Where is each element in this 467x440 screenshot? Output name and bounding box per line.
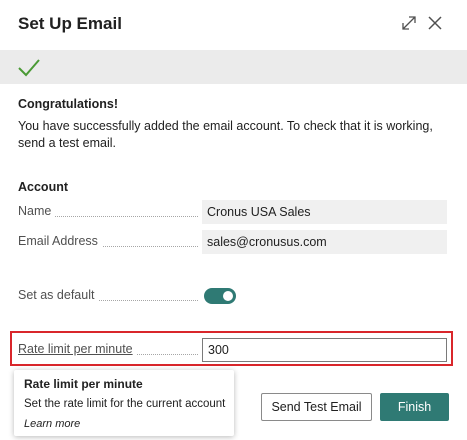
name-value[interactable]: Cronus USA Sales: [202, 200, 447, 224]
congratulations-heading: Congratulations!: [18, 97, 118, 111]
setup-email-dialog: Set Up Email Congratulations! You have s…: [0, 0, 467, 440]
email-address-value[interactable]: sales@cronusus.com: [202, 230, 447, 254]
rate-limit-label[interactable]: Rate limit per minute: [18, 342, 137, 356]
set-as-default-toggle[interactable]: [204, 288, 236, 304]
close-icon[interactable]: [426, 14, 444, 32]
rate-limit-input[interactable]: [202, 338, 447, 362]
name-label: Name: [18, 204, 56, 218]
email-address-label: Email Address: [18, 234, 102, 248]
rate-limit-tooltip: Rate limit per minute Set the rate limit…: [14, 370, 234, 436]
default-field-row: Set as default: [18, 284, 448, 308]
set-as-default-label: Set as default: [18, 288, 99, 302]
email-field-row: Email Address sales@cronusus.com: [18, 230, 448, 254]
name-field-row: Name Cronus USA Sales: [18, 200, 448, 224]
toggle-knob: [223, 291, 233, 301]
expand-icon[interactable]: [400, 14, 418, 32]
rate-limit-field-row: Rate limit per minute: [18, 338, 448, 362]
tooltip-title: Rate limit per minute: [24, 377, 143, 391]
dialog-header: Set Up Email: [0, 0, 467, 50]
account-section-title: Account: [18, 180, 68, 194]
dialog-title: Set Up Email: [18, 14, 122, 33]
send-test-email-button[interactable]: Send Test Email: [261, 393, 372, 421]
success-message: You have successfully added the email ac…: [18, 119, 433, 150]
learn-more-link[interactable]: Learn more: [24, 418, 80, 430]
status-banner: [0, 50, 467, 84]
tooltip-description: Set the rate limit for the current accou…: [24, 398, 226, 410]
finish-button[interactable]: Finish: [380, 393, 449, 421]
checkmark-icon: [18, 59, 40, 77]
